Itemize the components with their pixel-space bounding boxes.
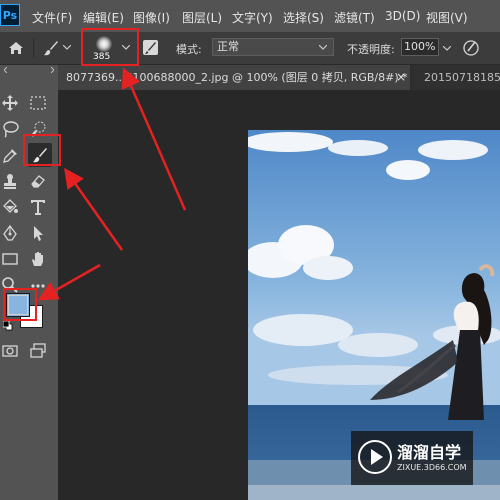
menu-select[interactable]: 选择(S) (283, 9, 324, 26)
opacity-input[interactable]: 100% (401, 38, 439, 56)
lasso-tool-icon[interactable] (0, 119, 20, 139)
tab-document-2[interactable]: 2015071818534 (414, 65, 500, 90)
menu-layer[interactable]: 图层(L) (182, 9, 222, 26)
clone-stamp-tool-icon[interactable] (0, 171, 20, 191)
type-tool-icon[interactable] (28, 197, 48, 217)
paint-bucket-tool-icon[interactable] (0, 197, 20, 217)
eyedropper-tool-icon[interactable] (0, 145, 20, 165)
watermark-subtitle: ZIXUE.3D66.COM (397, 463, 467, 472)
menu-filter[interactable]: 滤镜(T) (334, 9, 375, 26)
eraser-tool-icon[interactable] (28, 171, 48, 191)
tab-close-button[interactable]: × (396, 65, 406, 90)
brush-settings-panel-icon[interactable] (143, 40, 158, 55)
tab-label: 2015071818534 (424, 71, 500, 84)
blend-mode-select[interactable]: 正常 (212, 38, 334, 56)
menu-file[interactable]: 文件(F) (32, 9, 72, 26)
path-selection-tool-icon[interactable] (28, 223, 48, 243)
mode-label: 模式: (176, 43, 202, 56)
screen-mode-icon[interactable] (28, 341, 48, 361)
menu-bar: Ps 文件(F) 编辑(E) 图像(I) 图层(L) 文字(Y) 选择(S) 滤… (0, 0, 500, 32)
tab-label: 8077369...3100688000_2.jpg @ 100% (图层 0 … (66, 71, 408, 84)
rectangle-tool-icon[interactable] (0, 249, 20, 269)
brush-preset-icon[interactable] (42, 39, 60, 57)
tools-panel (0, 65, 58, 500)
brush-tool-highlight (23, 134, 61, 166)
play-logo-icon (358, 440, 392, 474)
move-tool-icon[interactable] (0, 93, 20, 113)
quick-mask-icon[interactable] (0, 341, 20, 361)
chevron-down-icon[interactable] (63, 45, 71, 51)
watermark: 溜溜自学 ZIXUE.3D66.COM (351, 431, 473, 485)
default-colors-icon[interactable] (3, 321, 15, 331)
marquee-tool-icon[interactable] (28, 93, 48, 113)
panel-collapse-icon[interactable] (4, 67, 54, 73)
menu-image[interactable]: 图像(I) (133, 9, 170, 26)
opacity-label: 不透明度: (347, 43, 395, 56)
hand-tool-icon[interactable] (28, 249, 48, 269)
pressure-opacity-icon[interactable] (462, 39, 480, 57)
tab-active-document[interactable]: 8077369...3100688000_2.jpg @ 100% (图层 0 … (58, 65, 410, 90)
pen-tool-icon[interactable] (0, 223, 20, 243)
photoshop-logo[interactable]: Ps (0, 4, 20, 26)
document-tabs: 8077369...3100688000_2.jpg @ 100% (图层 0 … (58, 65, 500, 90)
menu-type[interactable]: 文字(Y) (232, 9, 273, 26)
menu-view[interactable]: 视图(V) (426, 9, 468, 26)
chevron-down-icon (319, 45, 327, 50)
chevron-down-icon[interactable] (443, 46, 451, 52)
blend-mode-value: 正常 (217, 40, 239, 53)
home-icon[interactable] (7, 39, 25, 57)
menu-edit[interactable]: 编辑(E) (83, 9, 124, 26)
brush-size-highlight (81, 28, 139, 66)
menu-3d[interactable]: 3D(D) (385, 9, 420, 23)
watermark-title: 溜溜自学 (397, 443, 462, 462)
color-swatch-highlight (3, 288, 37, 321)
